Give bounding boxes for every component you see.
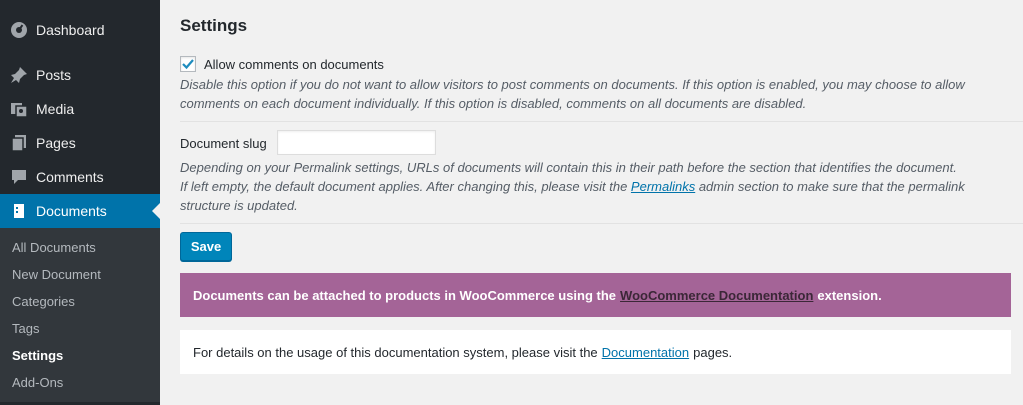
permalinks-link[interactable]: Permalinks	[631, 179, 695, 194]
menu-label-posts: Posts	[36, 67, 72, 83]
settings-content: Settings Allow comments on documents Dis…	[180, 0, 1023, 405]
woocommerce-notice-text-end: extension.	[817, 287, 882, 303]
pages-icon	[10, 134, 28, 152]
dashboard-icon	[10, 21, 28, 39]
menu-item-pages[interactable]: Pages	[0, 126, 160, 160]
comment-icon	[10, 168, 28, 186]
menu-label-comments: Comments	[36, 169, 104, 185]
section-divider	[180, 223, 1023, 224]
allow-comments-description-line2: comments on each document individually. …	[180, 96, 807, 111]
document-slug-label: Document slug	[180, 136, 267, 151]
submenu-add-ons[interactable]: Add-Ons	[0, 369, 160, 396]
help-notice-text-end: pages.	[693, 344, 733, 360]
document-icon	[10, 202, 28, 220]
menu-item-comments[interactable]: Comments	[0, 160, 160, 194]
submenu-settings[interactable]: Settings	[0, 342, 160, 369]
documents-submenu: All Documents New Document Categories Ta…	[0, 228, 160, 402]
allow-comments-row: Allow comments on documents	[180, 56, 384, 72]
media-icon	[10, 100, 28, 118]
allow-comments-checkbox[interactable]	[180, 56, 196, 72]
section-divider	[180, 121, 1023, 122]
slug-description-text-end: admin section to make sure that the perm…	[695, 179, 965, 194]
slug-description-line2: If left empty, the default document appl…	[180, 177, 965, 196]
page-title: Settings	[180, 16, 248, 35]
submenu-tags[interactable]: Tags	[0, 315, 160, 342]
pin-icon	[10, 66, 28, 84]
woocommerce-notice: Documents can be attached to products in…	[180, 273, 1011, 317]
save-button[interactable]: Save	[180, 232, 232, 261]
slug-description-line3: structure is updated.	[180, 198, 298, 213]
submenu-all-documents[interactable]: All Documents	[0, 234, 160, 261]
allow-comments-label[interactable]: Allow comments on documents	[204, 57, 384, 72]
slug-description-text: If left empty, the default document appl…	[180, 179, 631, 194]
menu-item-documents[interactable]: Documents	[0, 194, 160, 228]
admin-sidebar: Dashboard Posts Media Pages Comments Doc…	[0, 0, 160, 405]
help-notice: For details on the usage of this documen…	[180, 330, 1011, 374]
slug-description-line1: Depending on your Permalink settings, UR…	[180, 160, 957, 175]
submenu-new-document[interactable]: New Document	[0, 261, 160, 288]
menu-label-media: Media	[36, 101, 75, 117]
document-slug-input[interactable]	[277, 130, 436, 155]
help-notice-text: For details on the usage of this documen…	[193, 344, 598, 360]
allow-comments-description-line1: Disable this option if you do not want t…	[180, 77, 965, 92]
submenu-categories[interactable]: Categories	[0, 288, 160, 315]
menu-item-dashboard[interactable]: Dashboard	[0, 13, 160, 47]
checkmark-icon	[182, 59, 194, 70]
menu-item-posts[interactable]: Posts	[0, 58, 160, 92]
menu-item-media[interactable]: Media	[0, 92, 160, 126]
woocommerce-notice-text: Documents can be attached to products in…	[193, 287, 617, 303]
menu-label-pages: Pages	[36, 135, 76, 151]
menu-label-documents: Documents	[36, 203, 107, 219]
menu-label-dashboard: Dashboard	[36, 22, 105, 38]
woocommerce-documentation-link[interactable]: WooCommerce Documentation	[620, 288, 813, 303]
documentation-link[interactable]: Documentation	[602, 345, 689, 360]
